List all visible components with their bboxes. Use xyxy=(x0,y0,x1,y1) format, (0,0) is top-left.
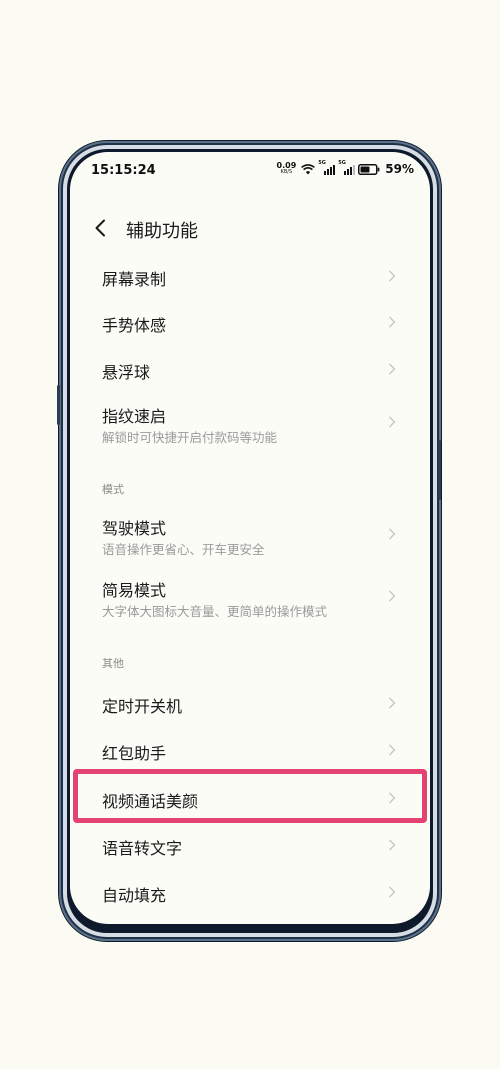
page-title: 辅助功能 xyxy=(126,221,198,242)
list-item-label: 自动填充 xyxy=(102,886,167,905)
page: 15:15:24 0.09 KB/S 5G 5G 59% 辅助功能 屏幕录制 手… xyxy=(0,0,500,1069)
volume-button xyxy=(57,385,60,425)
net-speed-value: 0.09 xyxy=(276,161,297,170)
wifi-icon xyxy=(301,163,316,174)
highlight-box xyxy=(73,769,427,823)
list-item-floating-ball[interactable]: 悬浮球 xyxy=(70,349,430,389)
header: 辅助功能 xyxy=(70,210,430,250)
chevron-right-icon xyxy=(389,697,396,709)
sim2-network-tag: 5G xyxy=(338,159,346,166)
chevron-right-icon xyxy=(389,270,396,282)
chevron-right-icon xyxy=(389,744,396,756)
list-item-red-packet-assistant[interactable]: 红包助手 xyxy=(70,730,430,770)
chevron-right-icon xyxy=(389,528,396,540)
section-header-other: 其他 xyxy=(102,657,124,670)
list-item-label: 悬浮球 xyxy=(102,363,151,382)
list-item-label: 屏幕录制 xyxy=(102,270,167,289)
sim1-network-tag: 5G xyxy=(318,159,326,166)
net-speed-unit: KB/S xyxy=(280,169,293,175)
signal-sim1: 5G xyxy=(318,160,336,175)
chevron-right-icon xyxy=(389,839,396,851)
section-header-mode: 模式 xyxy=(102,483,124,496)
chevron-right-icon xyxy=(389,316,396,328)
list-item-subtitle: 语音操作更省心、开车更安全 xyxy=(102,542,265,557)
net-speed: 0.09 KB/S xyxy=(277,162,297,176)
list-item-gesture[interactable]: 手势体感 xyxy=(70,302,430,342)
chevron-right-icon xyxy=(389,886,396,898)
list-item-label: 指纹速启 xyxy=(102,407,167,426)
back-button[interactable] xyxy=(88,216,112,240)
power-button xyxy=(438,440,441,500)
signal-sim2: 5G xyxy=(338,160,356,175)
list-item-label: 红包助手 xyxy=(102,744,167,763)
list-item-screen-record[interactable]: 屏幕录制 xyxy=(70,256,430,296)
list-item-fingerprint-quick-launch[interactable]: 指纹速启 解锁时可快捷开启付款码等功能 xyxy=(70,396,430,448)
chevron-right-icon xyxy=(389,363,396,375)
status-time: 15:15:24 xyxy=(91,163,156,178)
status-bar: 15:15:24 0.09 KB/S 5G 5G 59% xyxy=(70,152,430,188)
chevron-right-icon xyxy=(389,590,396,602)
list-item-scheduled-power[interactable]: 定时开关机 xyxy=(70,683,430,723)
chevron-right-icon xyxy=(389,416,396,428)
chevron-left-icon xyxy=(95,219,105,237)
list-item-label: 手势体感 xyxy=(102,316,167,335)
battery-percent: 59% xyxy=(385,162,414,176)
list-item-driving-mode[interactable]: 驾驶模式 语音操作更省心、开车更安全 xyxy=(70,508,430,560)
list-item-label: 驾驶模式 xyxy=(102,519,167,538)
list-item-label: 简易模式 xyxy=(102,581,167,600)
battery-icon xyxy=(358,163,380,175)
list-item-speech-to-text[interactable]: 语音转文字 xyxy=(70,825,430,865)
list-item-label: 定时开关机 xyxy=(102,697,183,716)
list-item-autofill[interactable]: 自动填充 xyxy=(70,872,430,912)
status-icons: 0.09 KB/S 5G 5G 59% xyxy=(277,160,414,177)
list-item-label: 语音转文字 xyxy=(102,839,183,858)
list-item-simple-mode[interactable]: 简易模式 大字体大图标大音量、更简单的操作模式 xyxy=(70,570,430,622)
list-item-subtitle: 大字体大图标大音量、更简单的操作模式 xyxy=(102,604,328,619)
list-item-subtitle: 解锁时可快捷开启付款码等功能 xyxy=(102,430,278,445)
